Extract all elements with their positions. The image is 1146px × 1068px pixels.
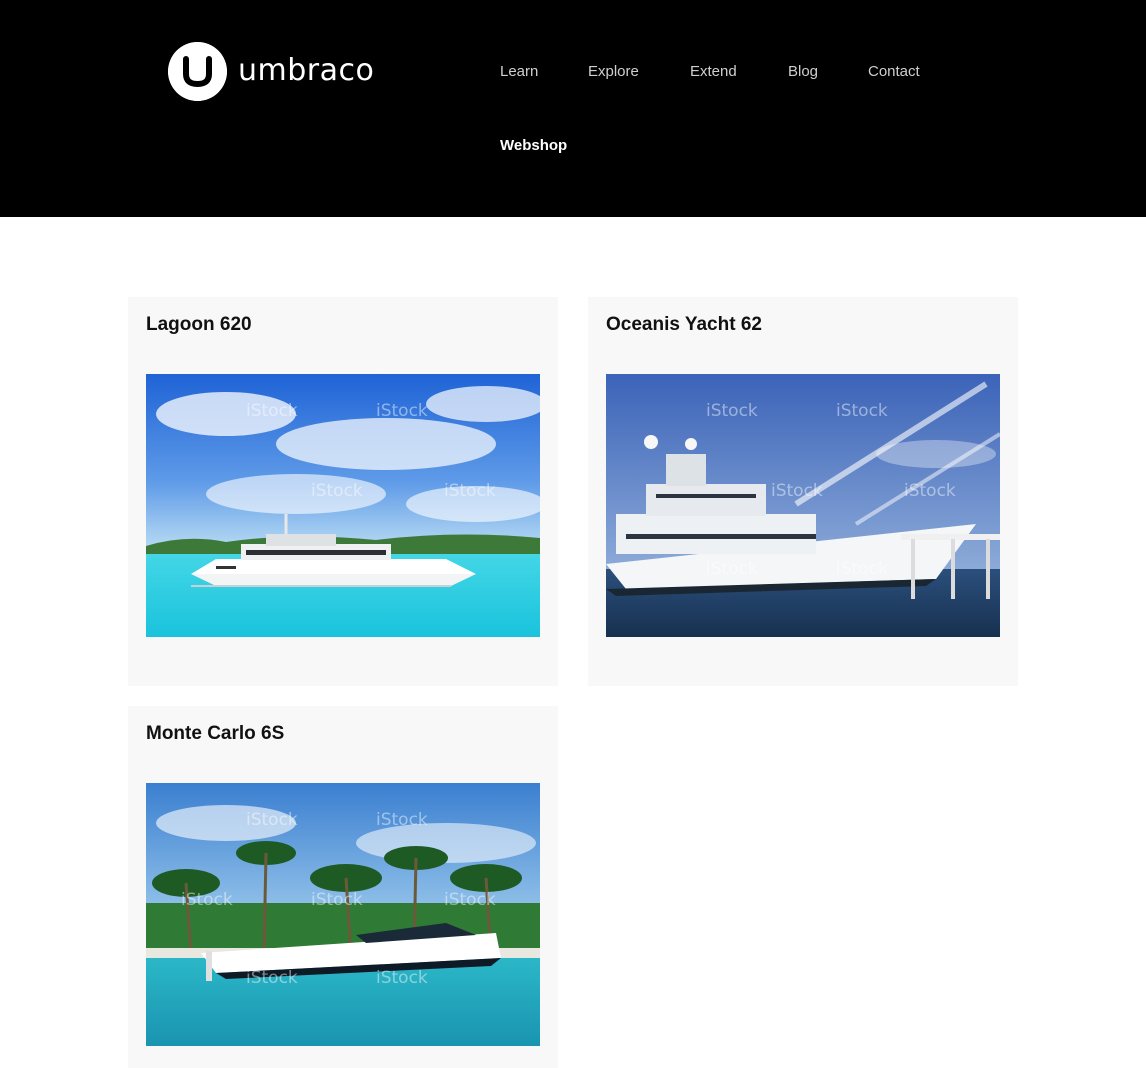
product-image-monte-carlo-6s[interactable]: iStock iStock iStock iStock iStock iStoc… <box>146 783 540 1046</box>
svg-text:iStock: iStock <box>444 890 496 910</box>
svg-text:iStock: iStock <box>836 559 888 579</box>
umbraco-logo-icon <box>168 42 227 101</box>
product-card-lagoon-620: Lagoon 620 iStock iStock iStock iStock i… <box>128 297 558 686</box>
svg-text:iStock: iStock <box>444 481 496 501</box>
product-card-oceanis-yacht-62: Oceanis Yacht 62 iStock iStock iStock iS… <box>588 297 1018 686</box>
watermark-text: iStock <box>246 401 298 421</box>
site-header: umbraco Learn Explore Extend Blog Contac… <box>0 0 1146 217</box>
nav-explore[interactable]: Explore <box>588 64 639 79</box>
product-title[interactable]: Oceanis Yacht 62 <box>606 314 762 336</box>
nav-extend[interactable]: Extend <box>690 64 737 79</box>
nav-contact[interactable]: Contact <box>868 64 920 79</box>
svg-text:iStock: iStock <box>311 481 363 501</box>
svg-text:iStock: iStock <box>836 401 888 421</box>
svg-text:iStock: iStock <box>181 890 233 910</box>
svg-text:iStock: iStock <box>376 968 428 988</box>
yacht-lagoon-photo: iStock iStock iStock iStock iStock iStoc… <box>146 374 540 637</box>
svg-text:iStock: iStock <box>376 810 428 830</box>
nav-learn[interactable]: Learn <box>500 64 538 79</box>
product-image-oceanis-yacht-62[interactable]: iStock iStock iStock iStock iStock iStoc… <box>606 374 1000 637</box>
svg-text:iStock: iStock <box>904 481 956 501</box>
product-card-monte-carlo-6s: Monte Carlo 6S iStock iStock iStock iSto… <box>128 706 558 1068</box>
yacht-oceanis-photo: iStock iStock iStock iStock iStock iStoc… <box>606 374 1000 637</box>
svg-text:iStock: iStock <box>246 968 298 988</box>
svg-text:iStock: iStock <box>706 559 758 579</box>
nav-webshop[interactable]: Webshop <box>500 138 567 153</box>
product-title[interactable]: Lagoon 620 <box>146 314 252 336</box>
svg-text:iStock: iStock <box>376 401 428 421</box>
svg-text:iStock: iStock <box>311 890 363 910</box>
svg-text:iStock: iStock <box>246 810 298 830</box>
svg-text:iStock: iStock <box>376 559 428 579</box>
svg-text:iStock: iStock <box>771 481 823 501</box>
umbraco-logo[interactable]: umbraco <box>168 42 374 101</box>
product-image-lagoon-620[interactable]: iStock iStock iStock iStock iStock iStoc… <box>146 374 540 637</box>
logo-text: umbraco <box>238 52 375 88</box>
svg-text:iStock: iStock <box>246 559 298 579</box>
svg-text:iStock: iStock <box>706 401 758 421</box>
yacht-monte-carlo-photo: iStock iStock iStock iStock iStock iStoc… <box>146 783 540 1046</box>
product-title[interactable]: Monte Carlo 6S <box>146 723 284 745</box>
nav-blog[interactable]: Blog <box>788 64 818 79</box>
